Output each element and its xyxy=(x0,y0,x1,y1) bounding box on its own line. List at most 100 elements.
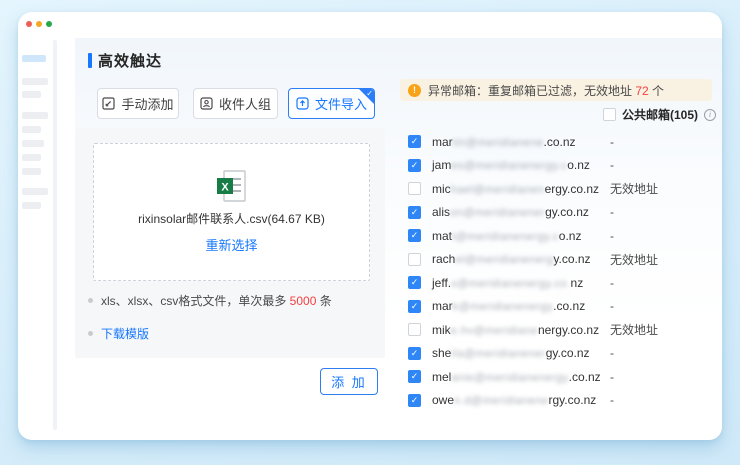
email-prefix: mic xyxy=(432,182,451,196)
email-redacted: hael@meridianen xyxy=(451,184,545,196)
email-redacted: anie@meridianenergy xyxy=(451,372,568,384)
email-address: mike.hv@meridianenergy.co.nz xyxy=(432,323,599,337)
email-address: sheila@meridianenergy.co.nz xyxy=(432,346,590,360)
sidebar-skeleton-item xyxy=(22,140,44,147)
row-checkbox[interactable]: ✓ xyxy=(408,300,421,313)
email-address: james@meridianenergy.co.nz xyxy=(432,158,590,172)
email-address: matt@meridianenergy.co.nz xyxy=(432,229,581,243)
page-title: 高效触达 xyxy=(88,50,162,71)
row-status: - xyxy=(610,158,614,172)
email-address: melanie@meridianenergy.co.nz xyxy=(432,370,601,384)
email-list-row: ✓ james@meridianenergy.co.nz - xyxy=(400,154,722,178)
email-suffix: .co.nz xyxy=(544,135,576,149)
email-address: mark@meridianenergy.co.nz xyxy=(432,299,585,313)
email-redacted: es@meridianenergy.c xyxy=(451,160,567,172)
manual-add-label: 手动添加 xyxy=(121,94,173,113)
row-status: - xyxy=(610,299,614,313)
banner-text: 异常邮箱：重复邮箱已过滤，无效地址 72 个 xyxy=(428,82,664,99)
sidebar-skeleton-item xyxy=(22,202,41,209)
row-checkbox[interactable] xyxy=(408,182,421,195)
email-suffix: .co.nz xyxy=(553,299,585,313)
row-checkbox[interactable]: ✓ xyxy=(408,135,421,148)
email-prefix: alis xyxy=(432,205,450,219)
email-suffix: .co.nz xyxy=(569,370,601,384)
row-checkbox[interactable] xyxy=(408,253,421,266)
email-suffix: ergy.co.nz xyxy=(545,182,599,196)
sidebar-skeleton-item xyxy=(22,126,41,133)
edit-square-icon xyxy=(102,97,115,110)
email-redacted: ila@meridianener xyxy=(451,348,545,360)
svg-text:X: X xyxy=(221,182,229,194)
email-list-row: ✓ martin@meridianene.co.nz - xyxy=(400,130,722,154)
email-suffix: o.nz xyxy=(567,158,590,172)
email-address: michael@meridianenergy.co.nz xyxy=(432,182,599,196)
email-prefix: mar xyxy=(432,299,453,313)
email-suffix: nz xyxy=(571,276,584,290)
email-list: ✓ martin@meridianene.co.nz - ✓ james@mer… xyxy=(400,130,722,412)
abnormal-mailbox-banner: ! 异常邮箱：重复邮箱已过滤，无效地址 72 个 xyxy=(400,79,712,101)
template-hint: 下载模版 xyxy=(88,325,149,342)
row-checkbox[interactable]: ✓ xyxy=(408,229,421,242)
email-prefix: jam xyxy=(432,158,451,172)
recipient-group-label: 收件人组 xyxy=(219,94,271,113)
sidebar-divider xyxy=(53,40,57,430)
download-template-link[interactable]: 下载模版 xyxy=(101,325,149,342)
email-redacted: el@meridianenerg xyxy=(455,254,553,266)
file-import-button[interactable]: 文件导入 ✓ xyxy=(288,88,375,119)
email-address: martin@meridianene.co.nz xyxy=(432,135,576,149)
add-button[interactable]: 添 加 xyxy=(320,368,378,395)
uploaded-filename: rixinsolar邮件联系人.csv(64.67 KB) xyxy=(138,210,325,227)
email-list-row: ✓ mark@meridianenergy.co.nz - xyxy=(400,295,722,319)
format-hint: xls、xlsx、csv格式文件，单次最多 5000 条 xyxy=(88,292,332,309)
email-list-row: ✓ jeff.x@meridianenergy.co.nz - xyxy=(400,271,722,295)
row-status: - xyxy=(610,346,614,360)
window-controls xyxy=(26,21,52,27)
maximize-window-icon[interactable] xyxy=(46,21,52,27)
email-redacted: x@meridianenergy.co. xyxy=(451,278,570,290)
row-status: - xyxy=(610,205,614,219)
recipient-group-button[interactable]: 收件人组 xyxy=(193,88,278,119)
email-address: alison@meridianenergy.co.nz xyxy=(432,205,589,219)
row-checkbox[interactable]: ✓ xyxy=(408,394,421,407)
email-list-row: ✓ melanie@meridianenergy.co.nz - xyxy=(400,365,722,389)
contacts-icon xyxy=(200,97,213,110)
email-list-row: ✓ matt@meridianenergy.co.nz - xyxy=(400,224,722,248)
email-prefix: mel xyxy=(432,370,451,384)
warning-icon: ! xyxy=(408,84,421,97)
row-checkbox[interactable]: ✓ xyxy=(408,347,421,360)
sidebar-skeleton-item xyxy=(22,188,48,195)
row-status: 无效地址 xyxy=(610,180,658,197)
close-window-icon[interactable] xyxy=(26,21,32,27)
email-list-row: ✓ alison@meridianenergy.co.nz - xyxy=(400,201,722,225)
excel-file-icon: X xyxy=(217,170,247,202)
reselect-file-link[interactable]: 重新选择 xyxy=(205,235,257,254)
sidebar-skeleton-item xyxy=(22,78,48,85)
row-checkbox[interactable]: ✓ xyxy=(408,370,421,383)
row-status: 无效地址 xyxy=(610,321,658,338)
max-count: 5000 xyxy=(290,294,317,308)
email-prefix: mat xyxy=(432,229,452,243)
app-window: 高效触达 手动添加 收件人组 文件导入 ✓ xyxy=(18,12,722,440)
email-list-row: ✓ owen.d@meridianenergy.co.nz - xyxy=(400,389,722,413)
row-checkbox[interactable]: ✓ xyxy=(408,206,421,219)
email-list-row: mike.hv@meridianenergy.co.nz 无效地址 xyxy=(400,318,722,342)
manual-add-button[interactable]: 手动添加 xyxy=(97,88,179,119)
row-checkbox[interactable]: ✓ xyxy=(408,276,421,289)
title-accent-bar xyxy=(88,53,92,68)
sidebar-skeleton-item xyxy=(22,168,41,175)
email-suffix: nergy.co.nz xyxy=(538,323,599,337)
email-address: rachel@meridianenergy.co.nz xyxy=(432,252,591,266)
row-checkbox[interactable]: ✓ xyxy=(408,159,421,172)
email-list-row: michael@meridianenergy.co.nz 无效地址 xyxy=(400,177,722,201)
row-checkbox[interactable] xyxy=(408,323,421,336)
email-redacted: n.d@meridianene xyxy=(454,395,549,407)
row-status: - xyxy=(610,229,614,243)
public-mailbox-label: 公共邮箱(105) xyxy=(622,106,698,123)
public-mailbox-checkbox[interactable] xyxy=(603,108,616,121)
sidebar-skeleton-item xyxy=(22,112,48,119)
bullet-icon xyxy=(88,331,93,336)
minimize-window-icon[interactable] xyxy=(36,21,42,27)
info-icon[interactable]: i xyxy=(704,109,716,121)
email-suffix: o.nz xyxy=(559,229,582,243)
file-dropzone[interactable]: X rixinsolar邮件联系人.csv(64.67 KB) 重新选择 xyxy=(93,143,370,281)
